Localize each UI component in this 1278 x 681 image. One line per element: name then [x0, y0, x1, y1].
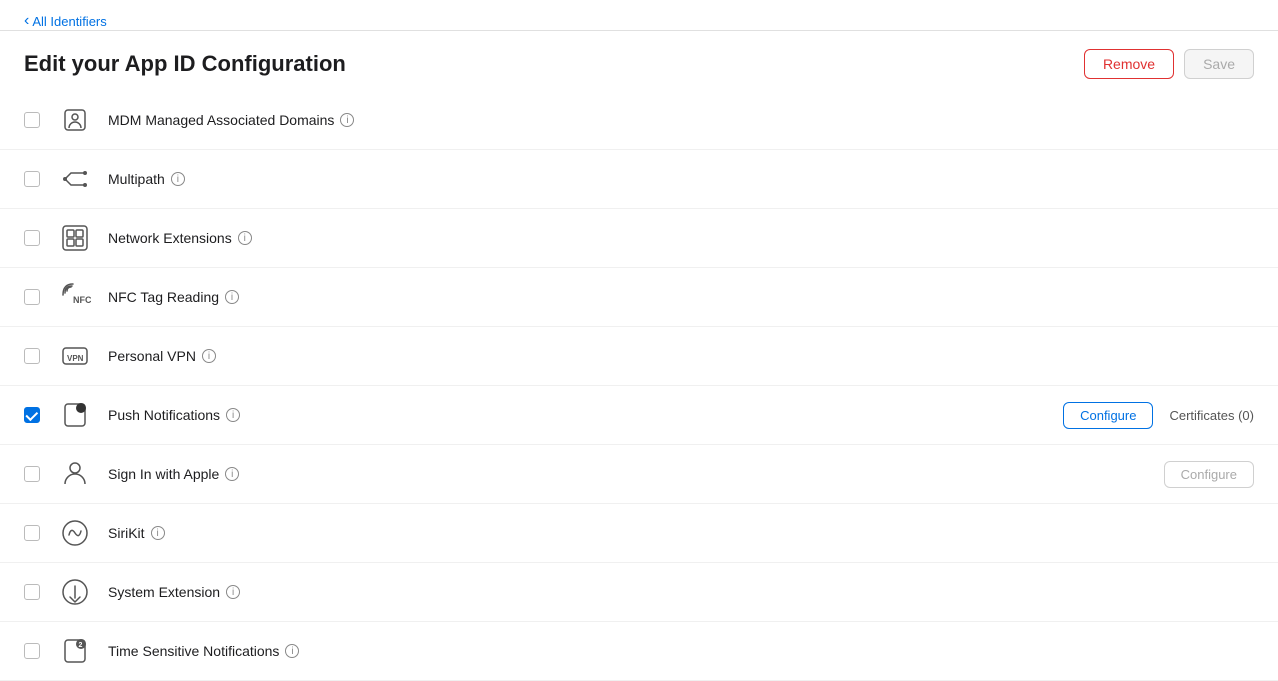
row-actions-sign-in-with-apple: Configure	[1164, 461, 1254, 488]
capability-name-push-notifications: Push Notificationsi	[108, 407, 1063, 423]
checkbox-network-extensions[interactable]	[24, 230, 40, 246]
icon-system-extension	[56, 573, 94, 611]
cert-label-push-notifications: Certificates (0)	[1169, 408, 1254, 423]
checkbox-sign-in-with-apple[interactable]	[24, 466, 40, 482]
capability-name-system-extension: System Extensioni	[108, 584, 1254, 600]
capability-row-personal-vpn: VPN Personal VPNi	[0, 327, 1278, 386]
info-icon-sign-in-with-apple[interactable]: i	[225, 467, 239, 481]
capability-name-sirikit: SiriKiti	[108, 525, 1254, 541]
info-icon-push-notifications[interactable]: i	[226, 408, 240, 422]
capability-name-time-sensitive: Time Sensitive Notificationsi	[108, 643, 1254, 659]
info-icon-system-extension[interactable]: i	[226, 585, 240, 599]
header-actions: Remove Save	[1084, 49, 1254, 79]
capability-name-sign-in-with-apple: Sign In with Applei	[108, 466, 1164, 482]
info-icon-time-sensitive[interactable]: i	[285, 644, 299, 658]
configure-button-push-notifications[interactable]: Configure	[1063, 402, 1153, 429]
checkbox-nfc-tag-reading[interactable]	[24, 289, 40, 305]
svg-text:NFC: NFC	[73, 295, 91, 305]
capability-row-mdm-managed: MDM Managed Associated Domainsi	[0, 91, 1278, 150]
icon-personal-vpn: VPN	[56, 337, 94, 375]
capability-name-nfc-tag-reading: NFC Tag Readingi	[108, 289, 1254, 305]
capability-row-network-extensions: Network Extensionsi	[0, 209, 1278, 268]
info-icon-network-extensions[interactable]: i	[238, 231, 252, 245]
capability-list: MDM Managed Associated Domainsi Multipat…	[0, 91, 1278, 681]
back-link[interactable]: All Identifiers	[24, 12, 107, 30]
capability-row-system-extension: System Extensioni	[0, 563, 1278, 622]
capability-row-sirikit: SiriKiti	[0, 504, 1278, 563]
save-button[interactable]: Save	[1184, 49, 1254, 79]
capability-name-network-extensions: Network Extensionsi	[108, 230, 1254, 246]
configure-button-sign-in-with-apple[interactable]: Configure	[1164, 461, 1254, 488]
info-icon-personal-vpn[interactable]: i	[202, 349, 216, 363]
info-icon-sirikit[interactable]: i	[151, 526, 165, 540]
capability-row-nfc-tag-reading: NFC NFC Tag Readingi	[0, 268, 1278, 327]
icon-push-notifications	[56, 396, 94, 434]
page-title: Edit your App ID Configuration	[24, 51, 346, 77]
icon-time-sensitive: 2	[56, 632, 94, 670]
remove-button[interactable]: Remove	[1084, 49, 1174, 79]
icon-mdm-managed	[56, 101, 94, 139]
capability-name-multipath: Multipathi	[108, 171, 1254, 187]
capability-row-sign-in-with-apple: Sign In with AppleiConfigure	[0, 445, 1278, 504]
checkbox-push-notifications[interactable]	[24, 407, 40, 423]
checkbox-sirikit[interactable]	[24, 525, 40, 541]
capability-name-mdm-managed: MDM Managed Associated Domainsi	[108, 112, 1254, 128]
icon-network-extensions	[56, 219, 94, 257]
icon-nfc-tag-reading: NFC	[56, 278, 94, 316]
checkbox-time-sensitive[interactable]	[24, 643, 40, 659]
icon-multipath	[56, 160, 94, 198]
row-actions-push-notifications: Configure Certificates (0)	[1063, 402, 1254, 429]
capability-row-multipath: Multipathi	[0, 150, 1278, 209]
icon-sign-in-with-apple	[56, 455, 94, 493]
capability-name-personal-vpn: Personal VPNi	[108, 348, 1254, 364]
checkbox-multipath[interactable]	[24, 171, 40, 187]
info-icon-multipath[interactable]: i	[171, 172, 185, 186]
capability-row-time-sensitive: 2 Time Sensitive Notificationsi	[0, 622, 1278, 681]
icon-sirikit	[56, 514, 94, 552]
info-icon-nfc-tag-reading[interactable]: i	[225, 290, 239, 304]
checkbox-mdm-managed[interactable]	[24, 112, 40, 128]
info-icon-mdm-managed[interactable]: i	[340, 113, 354, 127]
checkbox-personal-vpn[interactable]	[24, 348, 40, 364]
svg-text:VPN: VPN	[67, 354, 84, 363]
capability-row-push-notifications: Push NotificationsiConfigure Certificates…	[0, 386, 1278, 445]
checkbox-system-extension[interactable]	[24, 584, 40, 600]
